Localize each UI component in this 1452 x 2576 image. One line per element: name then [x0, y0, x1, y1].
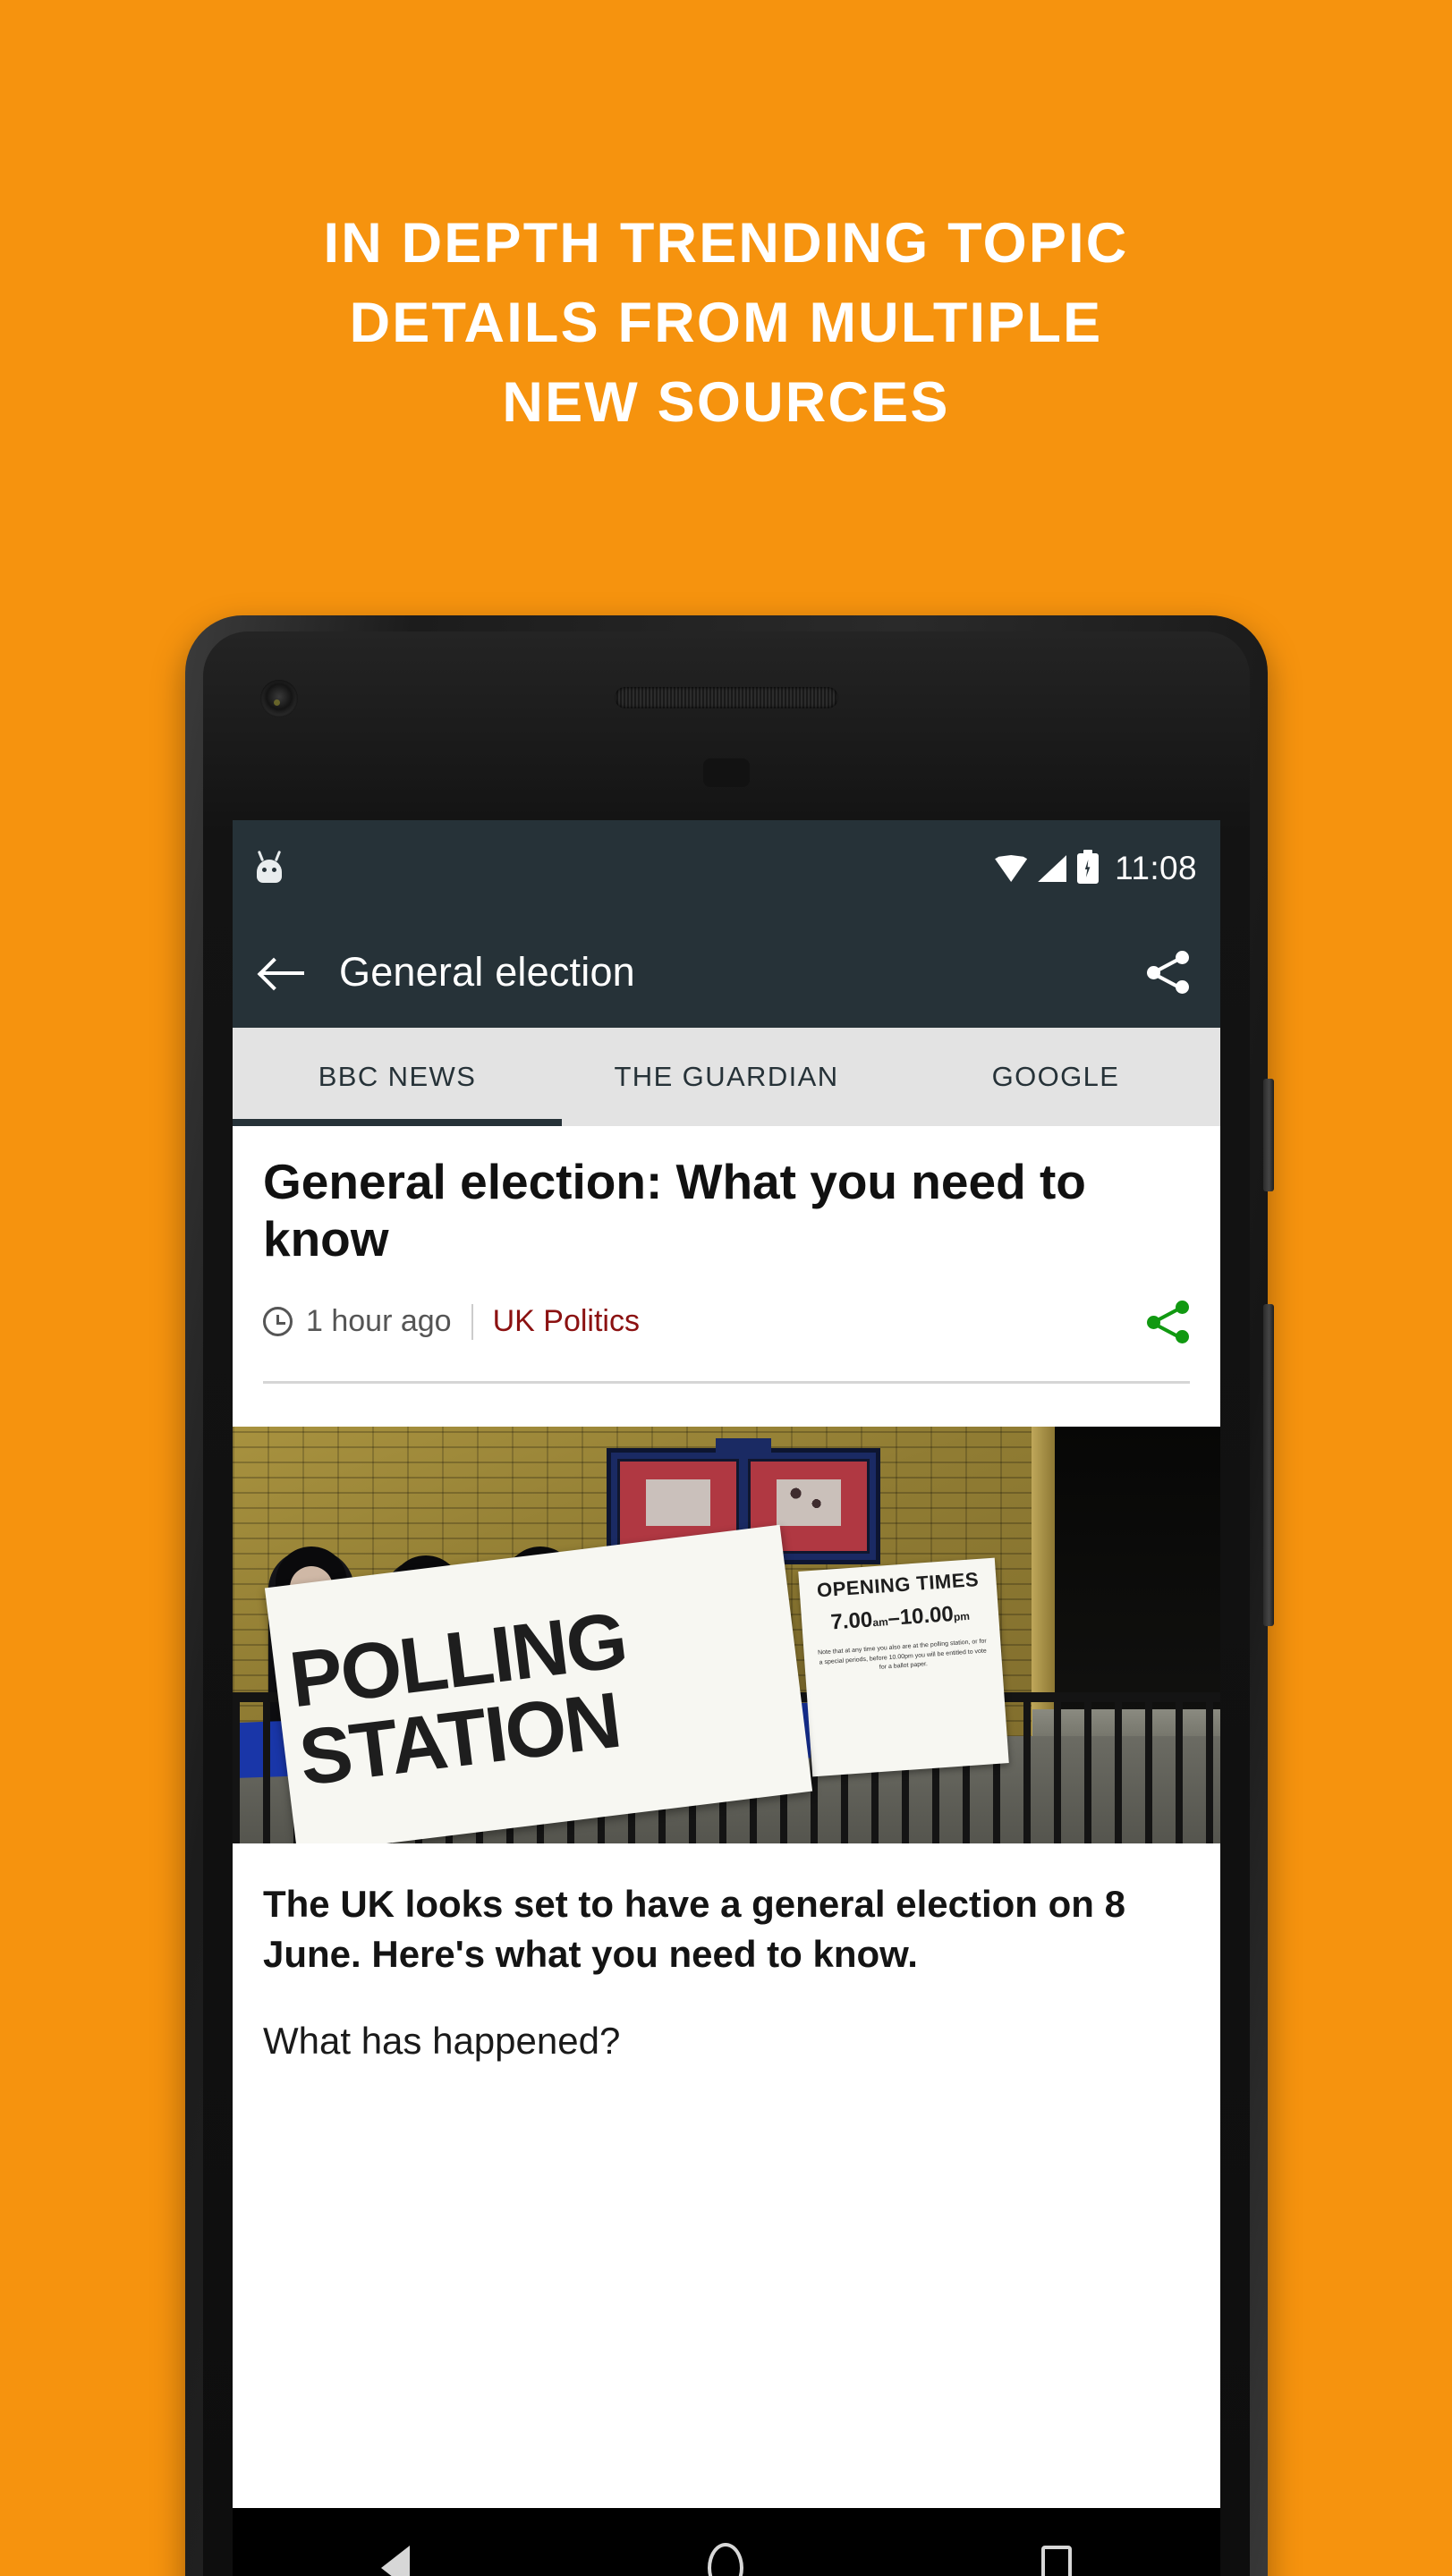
notice-title: OPENING TIMES [816, 1567, 980, 1602]
notice-hours: 7.00am–10.00pm [829, 1601, 971, 1635]
promo-line-3: NEW SOURCES [502, 370, 950, 434]
article-container: General election: What you need to know … [233, 1126, 1220, 2067]
page-title: General election [339, 949, 635, 995]
back-arrow-icon[interactable] [261, 954, 306, 990]
source-tabs: BBC NEWS THE GUARDIAN GOOGLE [233, 1028, 1220, 1126]
clock-icon [263, 1307, 293, 1337]
article-lead-paragraph: The UK looks set to have a general elect… [263, 1882, 1125, 1975]
article-meta-row: 1 hour ago UK Politics [233, 1268, 1220, 1343]
android-nav-bar [233, 2508, 1220, 2576]
phone-screen: 11:08 General election BBC NEWS THE GUAR… [233, 820, 1220, 2576]
earpiece-speaker [615, 687, 838, 708]
article-photo: OPENING TIMES 7.00am–10.00pm Note that a… [233, 1426, 1220, 1843]
nav-recents-square-icon[interactable] [1040, 2546, 1072, 2576]
status-time: 11:08 [1115, 850, 1197, 886]
photo-opening-times-notice: OPENING TIMES 7.00am–10.00pm Note that a… [798, 1557, 1009, 1777]
power-button[interactable] [1263, 1079, 1274, 1191]
cellular-signal-icon [1038, 855, 1067, 882]
tab-bbc-news[interactable]: BBC NEWS [233, 1028, 562, 1126]
article-share-icon[interactable] [1147, 1300, 1190, 1343]
meta-divider [471, 1303, 473, 1340]
nav-home-circle-icon[interactable] [707, 2543, 743, 2576]
volume-button[interactable] [1263, 1304, 1274, 1626]
promo-headline: IN DEPTH TRENDING TOPIC DETAILS FROM MUL… [0, 204, 1452, 442]
article-divider [263, 1380, 1190, 1384]
article-body: The UK looks set to have a general elect… [233, 1843, 1220, 2067]
promo-line-2: DETAILS FROM MULTIPLE [349, 291, 1103, 354]
cyanogenmod-droid-icon [254, 850, 284, 886]
article-category[interactable]: UK Politics [493, 1304, 640, 1339]
article-section-question: What has happened? [263, 2020, 621, 2063]
share-icon[interactable] [1147, 951, 1190, 994]
tab-google[interactable]: GOOGLE [891, 1028, 1220, 1126]
phone-device-frame: 11:08 General election BBC NEWS THE GUAR… [185, 615, 1274, 2576]
promo-line-1: IN DEPTH TRENDING TOPIC [323, 212, 1129, 275]
article-headline: General election: What you need to know [263, 1154, 1086, 1267]
article-timestamp: 1 hour ago [306, 1304, 452, 1339]
battery-charging-icon [1077, 853, 1100, 884]
proximity-sensor [703, 758, 750, 787]
notice-fine-print: Note that at any time you also are at th… [817, 1638, 987, 1671]
tab-active-indicator [233, 1119, 562, 1126]
nav-back-triangle-icon[interactable] [381, 2546, 411, 2576]
front-camera-icon [260, 680, 298, 717]
tab-the-guardian[interactable]: THE GUARDIAN [562, 1028, 891, 1126]
status-bar: 11:08 [233, 820, 1220, 917]
app-bar: General election [233, 917, 1220, 1028]
status-icons: 11:08 [995, 850, 1197, 887]
wifi-icon [995, 855, 1028, 882]
